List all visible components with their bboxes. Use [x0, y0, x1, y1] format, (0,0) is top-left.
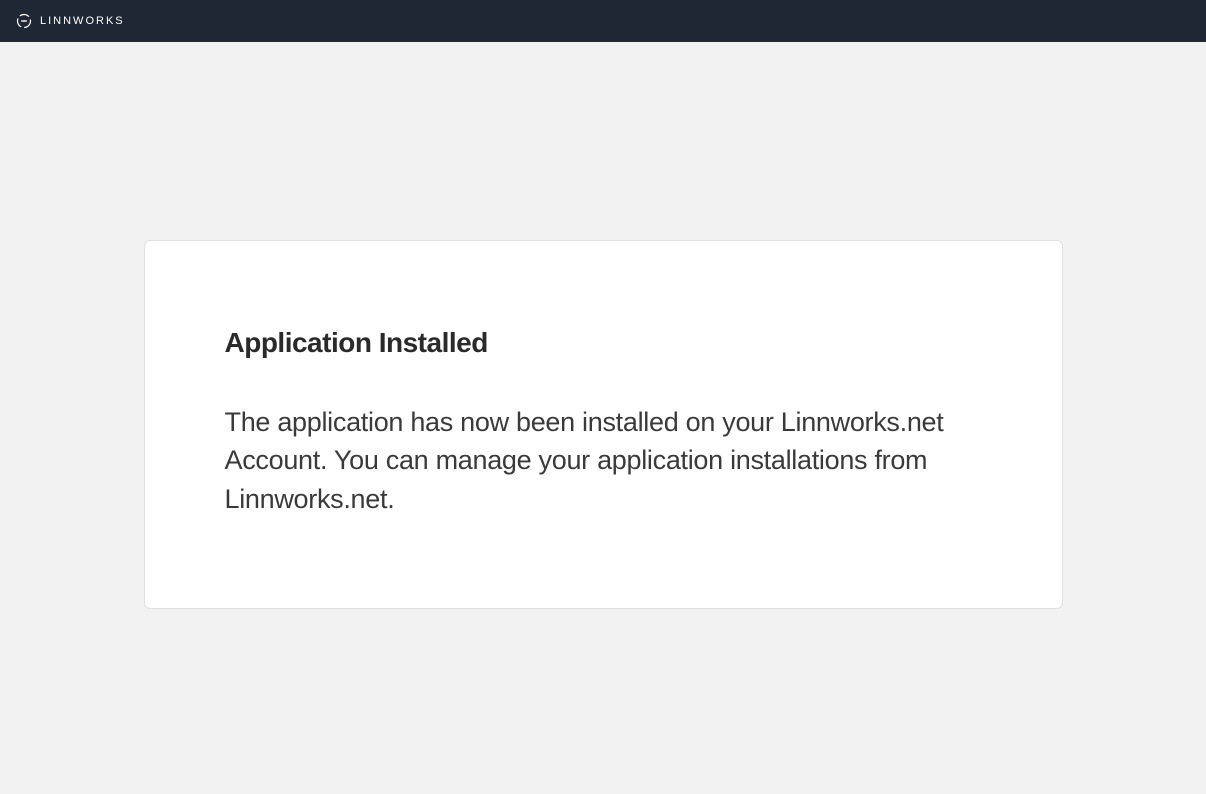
brand-name: LINNWORKS: [40, 15, 125, 27]
card-body: The application has now been installed o…: [225, 403, 965, 518]
linnworks-logo-icon: [16, 13, 32, 29]
confirmation-card: Application Installed The application ha…: [144, 240, 1063, 609]
card-title: Application Installed: [225, 327, 982, 359]
main-content: Application Installed The application ha…: [0, 42, 1206, 609]
brand-logo-container: LINNWORKS: [0, 0, 172, 42]
app-header: LINNWORKS: [0, 0, 1206, 42]
